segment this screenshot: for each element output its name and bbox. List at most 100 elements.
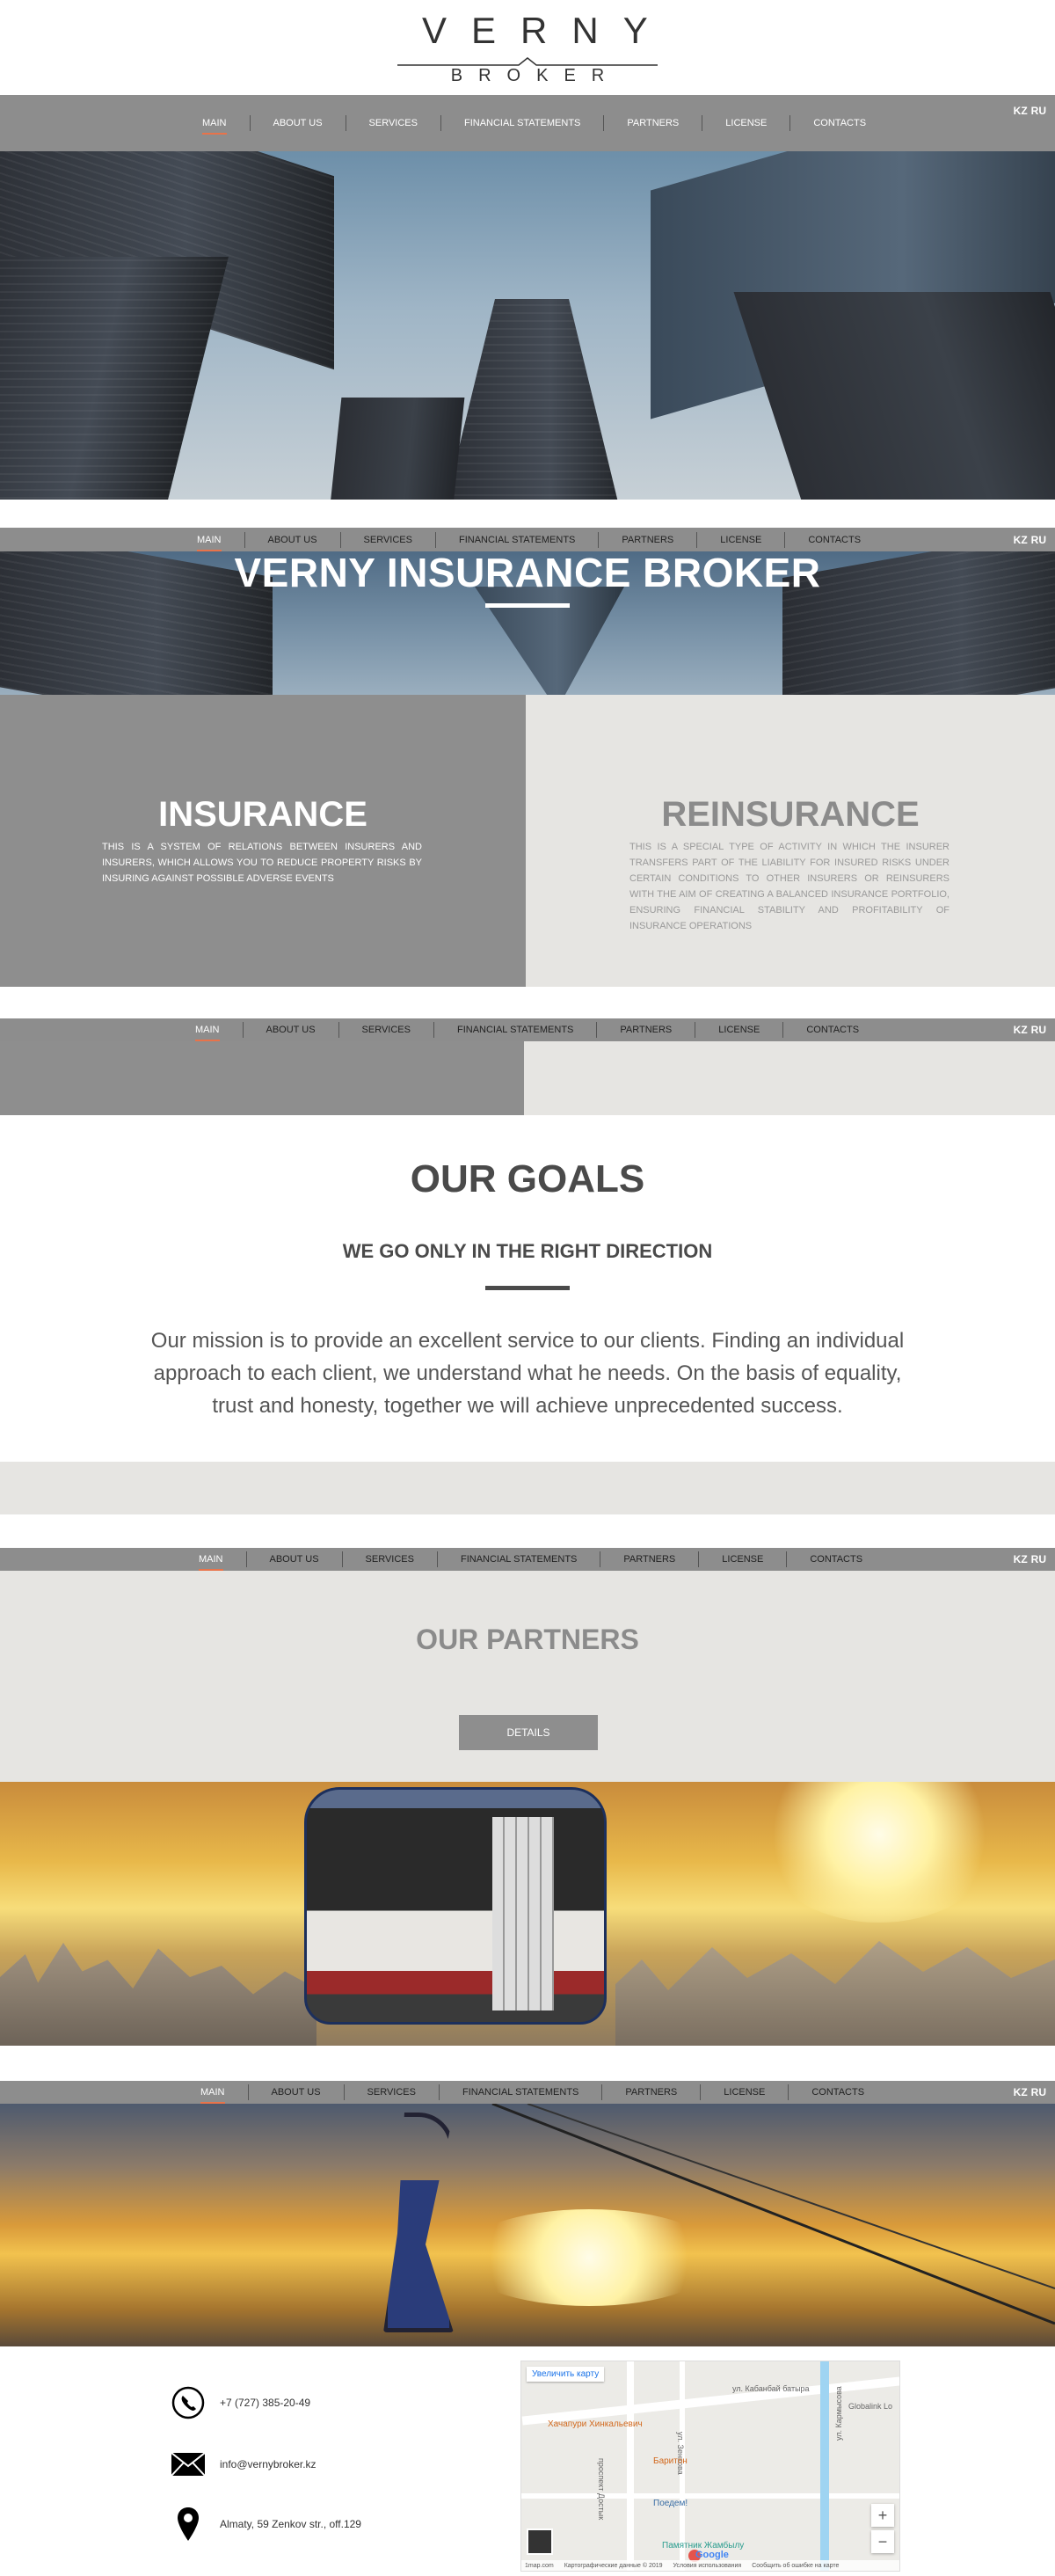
nav-item-license[interactable]: LICENSE (697, 531, 786, 548)
nav-item-partners[interactable]: PARTNERS (599, 531, 698, 548)
logo[interactable]: VERNY BROKER (397, 11, 658, 86)
map-report-link[interactable]: Сообщить об ошибке на карте (752, 2563, 839, 2569)
email-link[interactable]: info@vernybroker.kz (220, 2458, 316, 2470)
map-road (627, 2361, 634, 2571)
lang-kz[interactable]: KZ (1014, 1024, 1028, 1036)
site-header: VERNY BROKER (0, 0, 1055, 95)
map-river (820, 2361, 829, 2571)
nav-items: MAIN ABOUT US SERVICES FINANCIAL STATEME… (178, 2081, 887, 2104)
nav-items: MAIN ABOUT US SERVICES FINANCIAL STATEME… (179, 95, 889, 151)
panel-strip-light (524, 1041, 1055, 1115)
map-poi[interactable]: Поедем! (653, 2499, 688, 2508)
nav-item-financial-statements[interactable]: FINANCIAL STATEMENTS (440, 2084, 603, 2100)
map-road (521, 2376, 899, 2426)
building-shape (440, 299, 624, 500)
nav-item-services[interactable]: SERVICES (343, 1551, 438, 1567)
nav-item-financial-statements[interactable]: FINANCIAL STATEMENTS (438, 1551, 601, 1567)
nav-item-services[interactable]: SERVICES (339, 1022, 434, 1038)
nav-item-financial-statements[interactable]: FINANCIAL STATEMENTS (441, 115, 605, 131)
map-street-label: ул. Зенкова (676, 2432, 685, 2475)
nav-item-partners[interactable]: PARTNERS (597, 1022, 696, 1038)
nav-item-contacts[interactable]: CONTACTS (789, 2084, 887, 2100)
nav-item-main[interactable]: MAIN (176, 1551, 247, 1571)
partners-title: OUR PARTNERS (416, 1624, 639, 1655)
map-poi[interactable]: Баритон (653, 2456, 688, 2466)
nav-item-about[interactable]: ABOUT US (247, 1551, 343, 1567)
nav-item-partners[interactable]: PARTNERS (600, 1551, 700, 1567)
lang-ru[interactable]: RU (1031, 534, 1046, 546)
nav-item-license[interactable]: LICENSE (701, 2084, 789, 2100)
lang-kz[interactable]: KZ (1014, 1553, 1028, 1565)
map-zoom-out-button[interactable]: − (871, 2530, 894, 2553)
lang-kz[interactable]: KZ (1014, 534, 1028, 546)
nav-item-about[interactable]: ABOUT US (244, 1022, 339, 1038)
nav-item-main[interactable]: MAIN (179, 115, 251, 135)
cable-car-sky-image (0, 2104, 1055, 2346)
language-switch: KZ RU (1014, 1548, 1046, 1571)
goals-subtitle: WE GO ONLY IN THE RIGHT DIRECTION (342, 1240, 713, 1262)
nav-item-financial-statements[interactable]: FINANCIAL STATEMENTS (434, 1022, 598, 1038)
insurance-panel: INSURANCE THIS IS A SYSTEM OF RELATIONS … (0, 695, 526, 987)
nav-item-about[interactable]: ABOUT US (245, 531, 341, 548)
map-satellite-thumbnail[interactable] (527, 2529, 553, 2555)
contact-address: Almaty, 59 Zenkov str., off.129 (171, 2507, 361, 2542)
nav-item-financial-statements[interactable]: FINANCIAL STATEMENTS (436, 531, 600, 548)
map-street-label: ул. Кабанбай батыра (732, 2384, 810, 2393)
language-switch: KZ RU (1014, 528, 1046, 551)
lang-ru[interactable]: RU (1031, 1024, 1046, 1036)
nav-item-contacts[interactable]: CONTACTS (790, 115, 889, 131)
nav-item-partners[interactable]: PARTNERS (604, 115, 703, 131)
nav-item-main[interactable]: MAIN (178, 2084, 249, 2104)
logo-title: VERNY (422, 10, 673, 51)
section-gap (0, 1462, 1055, 1514)
goals-title: OUR GOALS (410, 1157, 645, 1200)
lang-kz[interactable]: KZ (1014, 105, 1028, 117)
google-map[interactable]: Увеличить карту ул. Кабанбай батыра ул. … (520, 2361, 900, 2572)
nav-item-about[interactable]: ABOUT US (251, 115, 346, 131)
goals-divider (485, 1286, 570, 1290)
nav-item-partners[interactable]: PARTNERS (602, 2084, 702, 2100)
hero-title-underline (485, 603, 570, 608)
nav-item-contacts[interactable]: CONTACTS (787, 1551, 885, 1567)
insurance-text: THIS IS A SYSTEM OF RELATIONS BETWEEN IN… (102, 842, 422, 884)
nav-item-license[interactable]: LICENSE (695, 1022, 784, 1038)
map-poi: Globalink Lo (848, 2402, 893, 2411)
cable-lines (491, 2104, 1055, 2325)
map-terms-link[interactable]: Условия использования (673, 2563, 742, 2569)
logo-subtitle: BROKER (450, 66, 621, 85)
phone-link[interactable]: +7 (727) 385-20-49 (220, 2397, 310, 2409)
sun-shape (756, 1782, 1002, 1923)
map-enlarge-button[interactable]: Увеличить карту (527, 2367, 605, 2382)
nav-item-contacts[interactable]: CONTACTS (785, 532, 884, 548)
details-button[interactable]: DETAILS (459, 1715, 598, 1750)
nav-item-main[interactable]: MAIN (174, 531, 245, 551)
address-text: Almaty, 59 Zenkov str., off.129 (220, 2518, 361, 2530)
map-zoom-in-button[interactable]: + (871, 2504, 894, 2527)
insurance-title: INSURANCE (158, 795, 367, 834)
panel-strip-dark (0, 1041, 524, 1115)
nav-item-services[interactable]: SERVICES (341, 531, 436, 548)
cable-car-image (0, 1782, 1055, 2046)
nav-item-services[interactable]: SERVICES (346, 115, 441, 131)
map-poi[interactable]: Хачапури Хинкальевич (548, 2419, 643, 2429)
nav-item-services[interactable]: SERVICES (345, 2084, 440, 2100)
lang-ru[interactable]: RU (1031, 1553, 1046, 1565)
reinsurance-title: REINSURANCE (661, 795, 920, 834)
city-skyline (0, 1943, 316, 2046)
lang-ru[interactable]: RU (1031, 2086, 1046, 2098)
hero-title: VERNY INSURANCE BROKER (234, 550, 821, 595)
nav-item-main[interactable]: MAIN (172, 1022, 244, 1041)
sticky-nav: MAIN ABOUT US SERVICES FINANCIAL STATEME… (0, 1548, 1055, 1571)
goals-section: OUR GOALS WE GO ONLY IN THE RIGHT DIRECT… (0, 1115, 1055, 1462)
nav-item-contacts[interactable]: CONTACTS (783, 1022, 882, 1038)
nav-item-license[interactable]: LICENSE (702, 115, 791, 131)
cable-car-cabin (304, 1787, 607, 2025)
contact-phone: +7 (727) 385-20-49 (171, 2385, 310, 2420)
sticky-nav: MAIN ABOUT US SERVICES FINANCIAL STATEME… (0, 528, 1055, 551)
lang-ru[interactable]: RU (1031, 105, 1046, 117)
nav-item-about[interactable]: ABOUT US (249, 2084, 345, 2100)
contact-email: info@vernybroker.kz (171, 2447, 316, 2482)
sticky-nav: MAIN ABOUT US SERVICES FINANCIAL STATEME… (0, 2081, 1055, 2104)
lang-kz[interactable]: KZ (1014, 2086, 1028, 2098)
nav-item-license[interactable]: LICENSE (699, 1551, 788, 1567)
